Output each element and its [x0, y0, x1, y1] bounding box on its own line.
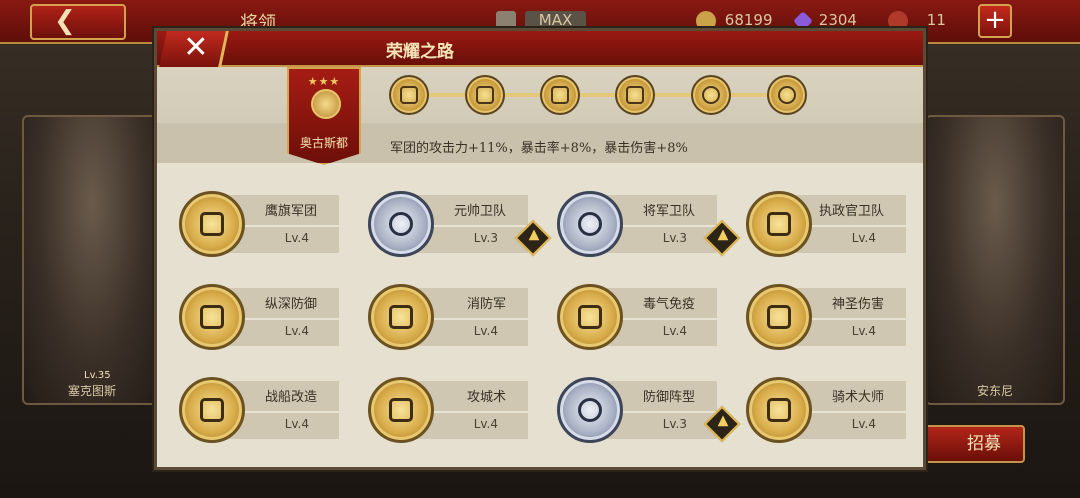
skill-card[interactable]: 防御阵型 Lv.3 ▲ [557, 377, 741, 443]
helmet-emblem-icon [311, 89, 341, 119]
skill-card[interactable]: 元帅卫队 Lv.3 ▲ [368, 191, 552, 257]
modal-title: 荣耀之路 [386, 42, 454, 62]
mask-icon [557, 284, 623, 350]
glory-road-modal: ✕ 荣耀之路 ★★★ 奥古斯都 军团的攻击力+11%，暴击率+8%，暴击伤害+8… [154, 28, 926, 470]
skill-card[interactable]: 纵深防御 Lv.4 [179, 284, 339, 350]
fire-icon [368, 284, 434, 350]
skill-card[interactable]: 执政官卫队 Lv.4 [746, 191, 906, 257]
back-button[interactable]: ❮ [30, 4, 126, 40]
hero-card-left[interactable]: Lv.35 塞克图斯 [22, 115, 162, 405]
eagle-standard-icon [179, 191, 245, 257]
rampart-icon [179, 284, 245, 350]
skill-card[interactable]: 鹰旗军团 Lv.4 [179, 191, 339, 257]
back-arrow-icon: ❮ [54, 6, 76, 36]
fasces-icon[interactable] [615, 75, 655, 115]
rank-label: 奥古斯都 [299, 136, 348, 150]
stars-icon: ★★★ [307, 75, 341, 88]
siege-tower-icon [368, 377, 434, 443]
shield-icon[interactable] [465, 75, 505, 115]
sword-shield-icon [557, 191, 623, 257]
bonus-description: 军团的攻击力+11%，暴击率+8%，暴击伤害+8% [390, 141, 688, 156]
skill-card[interactable]: 攻城术 Lv.4 [368, 377, 528, 443]
hero-card-right[interactable]: 安东尼 [925, 115, 1065, 405]
hero-level: Lv.35 [84, 370, 111, 381]
skill-card[interactable]: 骑术大师 Lv.4 [746, 377, 906, 443]
hero-name: 安东尼 [976, 384, 1013, 398]
shield-formation-icon [557, 377, 623, 443]
skill-card[interactable]: 将军卫队 Lv.3 ▲ [557, 191, 741, 257]
compass-cross-icon[interactable] [691, 75, 731, 115]
skill-card[interactable]: 战船改造 Lv.4 [179, 377, 339, 443]
rider-icon [746, 377, 812, 443]
add-resource-button[interactable]: + [978, 4, 1012, 38]
knight-horse-icon[interactable] [767, 75, 807, 115]
ship-gear-icon [179, 377, 245, 443]
recruit-button[interactable]: 招募 [925, 425, 1025, 463]
skill-card[interactable]: 毒气免疫 Lv.4 [557, 284, 717, 350]
skill-card[interactable]: 神圣伤害 Lv.4 [746, 284, 906, 350]
eagle-standard-icon[interactable] [540, 75, 580, 115]
horse-rider-icon[interactable] [389, 75, 429, 115]
helmet-shield-icon [368, 191, 434, 257]
modal-header: ✕ 荣耀之路 [157, 30, 923, 67]
holy-star-icon [746, 284, 812, 350]
hero-name: 塞克图斯 [67, 384, 116, 398]
horse-shield-icon [746, 191, 812, 257]
skill-card[interactable]: 消防军 Lv.4 [368, 284, 528, 350]
rank-banner: ★★★ 奥古斯都 [287, 67, 361, 165]
